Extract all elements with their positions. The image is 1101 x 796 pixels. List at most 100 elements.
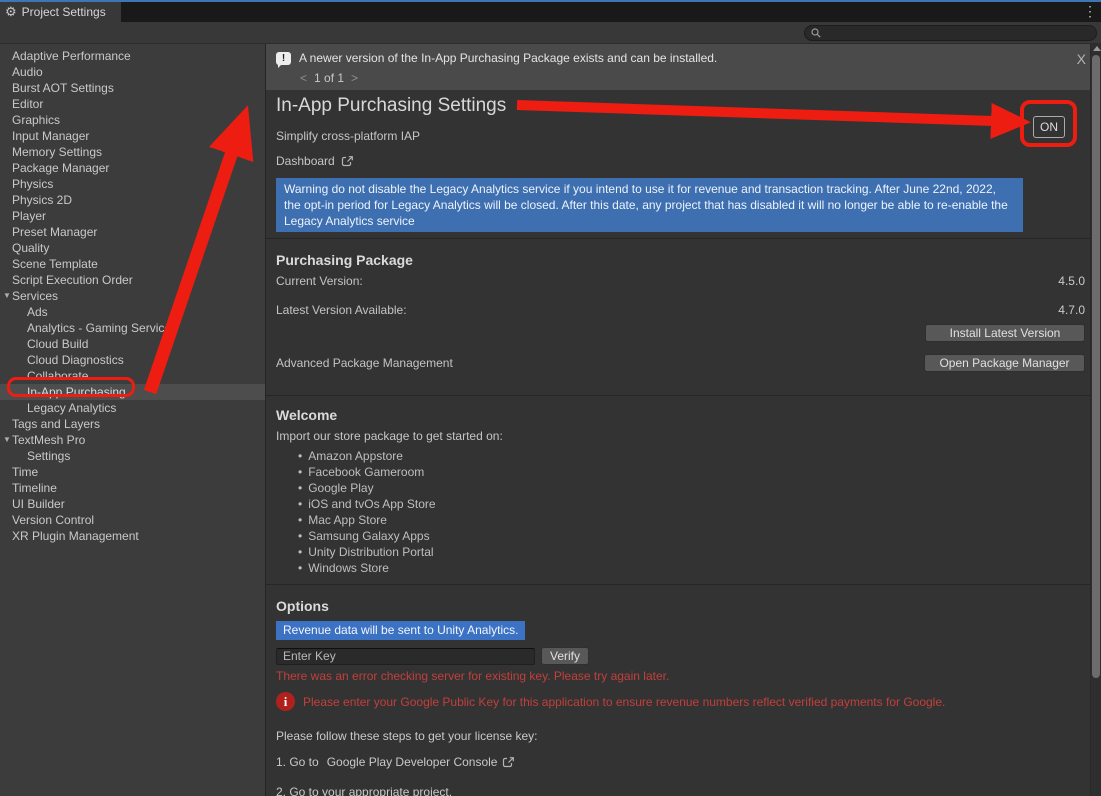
store-list-item: iOS and tvOs App Store bbox=[298, 496, 1085, 512]
store-list-item: Facebook Gameroom bbox=[298, 464, 1085, 480]
license-step-1: 1. Go to Google Play Developer Console bbox=[276, 755, 1085, 769]
sidebar-item-legacy-analytics[interactable]: Legacy Analytics bbox=[0, 400, 265, 416]
license-step-2: 2. Go to your appropriate project. bbox=[276, 785, 1085, 796]
sidebar-item-tags-and-layers[interactable]: Tags and Layers bbox=[0, 416, 265, 432]
dashboard-link[interactable]: Dashboard bbox=[276, 154, 354, 168]
settings-search-input[interactable] bbox=[825, 27, 1090, 39]
license-steps-intro: Please follow these steps to get your li… bbox=[276, 729, 1085, 743]
store-list-item: Unity Distribution Portal bbox=[298, 544, 1085, 560]
notification-close-icon[interactable]: X bbox=[1077, 51, 1086, 67]
store-list-item: Amazon Appstore bbox=[298, 448, 1085, 464]
settings-content-panel: ! A newer version of the In-App Purchasi… bbox=[266, 44, 1101, 796]
sidebar-item-textmesh-settings[interactable]: Settings bbox=[0, 448, 265, 464]
store-list: Amazon Appstore Facebook Gameroom Google… bbox=[298, 448, 1085, 576]
verify-button[interactable]: Verify bbox=[541, 647, 589, 665]
sidebar-item-adaptive-performance[interactable]: Adaptive Performance bbox=[0, 48, 265, 64]
sidebar-item-script-execution-order[interactable]: Script Execution Order bbox=[0, 272, 265, 288]
store-list-item: Samsung Galaxy Apps bbox=[298, 528, 1085, 544]
sidebar-item-xr-plugin-management[interactable]: XR Plugin Management bbox=[0, 528, 265, 544]
sidebar-item-input-manager[interactable]: Input Manager bbox=[0, 128, 265, 144]
sidebar-item-scene-template[interactable]: Scene Template bbox=[0, 256, 265, 272]
sidebar-item-version-control[interactable]: Version Control bbox=[0, 512, 265, 528]
welcome-section: Welcome Import our store package to get … bbox=[266, 407, 1101, 576]
sidebar-item-collaborate[interactable]: Collaborate bbox=[0, 368, 265, 384]
server-error-text: There was an error checking server for e… bbox=[276, 669, 1085, 683]
notification-message: A newer version of the In-App Purchasing… bbox=[299, 51, 717, 65]
search-box[interactable] bbox=[804, 25, 1097, 41]
section-divider bbox=[266, 395, 1101, 396]
sidebar-item-in-app-purchasing[interactable]: In-App Purchasing bbox=[0, 384, 265, 400]
advanced-package-management-label: Advanced Package Management bbox=[276, 356, 453, 370]
main-area: Adaptive Performance Audio Burst AOT Set… bbox=[0, 44, 1101, 796]
scrollbar-thumb[interactable] bbox=[1092, 55, 1100, 678]
google-key-input[interactable] bbox=[276, 648, 535, 665]
kebab-menu-icon[interactable]: ⋮ bbox=[1079, 2, 1101, 22]
current-version-value: 4.5.0 bbox=[1058, 273, 1085, 289]
latest-version-value: 4.7.0 bbox=[1058, 302, 1085, 318]
legacy-analytics-warning: Warning do not disable the Legacy Analyt… bbox=[276, 178, 1023, 232]
welcome-intro: Import our store package to get started … bbox=[276, 429, 1085, 443]
sidebar-item-quality[interactable]: Quality bbox=[0, 240, 265, 256]
gear-icon: ⚙ bbox=[5, 2, 17, 22]
sidebar-item-burst-aot-settings[interactable]: Burst AOT Settings bbox=[0, 80, 265, 96]
sidebar-item-audio[interactable]: Audio bbox=[0, 64, 265, 80]
sidebar-item-physics[interactable]: Physics bbox=[0, 176, 265, 192]
sidebar-item-ads[interactable]: Ads bbox=[0, 304, 265, 320]
install-latest-version-button[interactable]: Install Latest Version bbox=[925, 324, 1085, 342]
vertical-scrollbar[interactable] bbox=[1090, 44, 1101, 796]
sidebar-item-physics-2d[interactable]: Physics 2D bbox=[0, 192, 265, 208]
purchasing-package-section: Purchasing Package Current Version: 4.5.… bbox=[266, 252, 1101, 372]
google-key-error-text: Please enter your Google Public Key for … bbox=[303, 695, 945, 709]
page-title: In-App Purchasing Settings bbox=[276, 95, 1085, 117]
sidebar-item-graphics[interactable]: Graphics bbox=[0, 112, 265, 128]
sidebar-item-cloud-diagnostics[interactable]: Cloud Diagnostics bbox=[0, 352, 265, 368]
pager-prev-icon[interactable]: < bbox=[300, 71, 307, 85]
sidebar-item-player[interactable]: Player bbox=[0, 208, 265, 224]
notification-pager: < 1 of 1 > bbox=[300, 71, 1101, 85]
sidebar-item-services[interactable]: ▼Services bbox=[0, 288, 265, 304]
external-link-icon bbox=[502, 756, 515, 769]
revenue-note-highlight: Revenue data will be sent to Unity Analy… bbox=[276, 621, 525, 640]
sidebar-item-package-manager[interactable]: Package Manager bbox=[0, 160, 265, 176]
sidebar-item-memory-settings[interactable]: Memory Settings bbox=[0, 144, 265, 160]
iap-toggle-on-button[interactable]: ON bbox=[1033, 116, 1065, 138]
search-icon bbox=[811, 28, 821, 38]
sidebar-item-time[interactable]: Time bbox=[0, 464, 265, 480]
title-bar: ⚙ Project Settings ⋮ bbox=[0, 2, 1101, 22]
store-list-item: Windows Store bbox=[298, 560, 1085, 576]
sidebar-item-timeline[interactable]: Timeline bbox=[0, 480, 265, 496]
foldout-icon[interactable]: ▼ bbox=[3, 288, 11, 304]
project-settings-window: ⚙ Project Settings ⋮ Adaptive Performanc… bbox=[0, 0, 1101, 796]
sidebar-item-textmesh-pro[interactable]: ▼TextMesh Pro bbox=[0, 432, 265, 448]
pager-label: 1 of 1 bbox=[314, 71, 344, 85]
section-heading: Options bbox=[276, 598, 1085, 614]
external-link-icon bbox=[341, 155, 354, 168]
settings-sidebar: Adaptive Performance Audio Burst AOT Set… bbox=[0, 44, 266, 796]
section-heading: Purchasing Package bbox=[276, 252, 1085, 268]
store-list-item: Google Play bbox=[298, 480, 1085, 496]
open-package-manager-button[interactable]: Open Package Manager bbox=[924, 354, 1085, 372]
error-info-icon: i bbox=[276, 692, 295, 711]
sidebar-item-cloud-build[interactable]: Cloud Build bbox=[0, 336, 265, 352]
section-heading: Welcome bbox=[276, 407, 1085, 423]
options-section: Options Revenue data will be sent to Uni… bbox=[266, 598, 1101, 796]
pager-next-icon[interactable]: > bbox=[351, 71, 358, 85]
section-divider bbox=[266, 584, 1101, 585]
google-play-console-link[interactable]: Google Play Developer Console bbox=[327, 755, 498, 769]
sidebar-item-preset-manager[interactable]: Preset Manager bbox=[0, 224, 265, 240]
section-divider bbox=[266, 238, 1101, 239]
current-version-label: Current Version: bbox=[276, 273, 363, 289]
foldout-icon[interactable]: ▼ bbox=[3, 432, 11, 448]
tab-title: Project Settings bbox=[22, 5, 106, 19]
toolbar bbox=[0, 22, 1101, 44]
sidebar-item-analytics-gaming-services[interactable]: Analytics - Gaming Services bbox=[0, 320, 265, 336]
sidebar-item-editor[interactable]: Editor bbox=[0, 96, 265, 112]
console-warning-icon: ! bbox=[276, 52, 291, 65]
store-list-item: Mac App Store bbox=[298, 512, 1085, 528]
latest-version-label: Latest Version Available: bbox=[276, 302, 407, 318]
page-subtitle: Simplify cross-platform IAP bbox=[276, 129, 1085, 143]
scroll-up-icon[interactable] bbox=[1093, 46, 1101, 51]
tab-project-settings[interactable]: ⚙ Project Settings bbox=[0, 2, 121, 22]
sidebar-item-ui-builder[interactable]: UI Builder bbox=[0, 496, 265, 512]
iap-header-section: In-App Purchasing Settings Simplify cros… bbox=[266, 95, 1101, 232]
